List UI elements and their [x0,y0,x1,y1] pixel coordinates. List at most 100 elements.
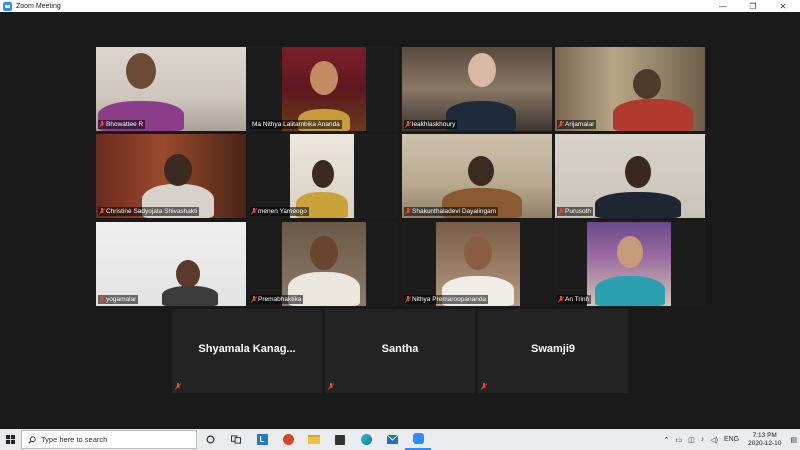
mail-icon [386,435,398,444]
muted-mic-icon [481,383,487,390]
learning-tools-button[interactable]: L [249,429,275,450]
clock-time: 7:13 PM [752,431,777,439]
chevron-up-icon[interactable]: ⌃ [661,436,673,444]
muted-mic-icon [99,121,105,128]
participant-namebar: An Trinh [557,295,592,304]
learning-tools-icon: L [256,434,268,445]
close-button[interactable]: ✕ [768,0,798,12]
edge-button[interactable] [353,429,379,450]
start-button[interactable] [0,429,21,450]
participant-name: yogamalar [106,296,137,303]
participant-namebar: leakhlaskhoury [404,120,458,129]
participant-tile[interactable]: Purusoth [555,134,705,218]
participant-name: Bhowattee R [106,121,144,128]
participant-tile[interactable]: menen Yameogo [248,134,398,218]
participant-namebar: Nithya Premaroopananda [404,295,489,304]
participant-tile[interactable]: Shakunthaladevi Dayalingam [402,134,552,218]
participant-namebar: menen Yameogo [250,207,309,216]
participant-tile[interactable]: Premabhaktika [248,222,398,306]
participant-namebar: Christine Sadyojata Shivashakti [98,207,200,216]
powerpoint-button[interactable] [275,429,301,450]
clock-date: 2020-12-10 [748,439,782,447]
participant-name: menen Yameogo [258,208,307,215]
participant-tile-active-speaker[interactable]: Ma Nithya Lalitambika Ananda [248,47,398,131]
powerpoint-icon [282,434,294,445]
muted-mic-icon [558,296,564,303]
participant-name: Christine Sadyojata Shivashakti [106,208,198,215]
participant-namebar: Bhowattee R [98,120,146,129]
language-indicator[interactable]: ENG [721,436,742,443]
task-view-button[interactable] [223,429,249,450]
participant-figure [595,276,665,306]
participant-head [164,154,192,186]
participant-figure [613,99,693,131]
file-explorer-icon [308,435,320,444]
volume-icon[interactable]: ◁) [707,436,721,444]
participant-head [310,236,338,270]
participant-tile[interactable]: An Trinh [555,222,705,306]
windows-logo-icon [6,435,15,444]
participant-tile[interactable]: Bhowattee R [96,47,246,131]
notifications-icon[interactable]: ▤ [787,436,800,444]
participant-namebar: Arijamalar [557,120,597,129]
participant-head [312,160,334,188]
file-explorer-button[interactable] [301,429,327,450]
taskbar-search[interactable] [21,430,197,449]
zoom-icon [412,433,424,444]
window-title: Zoom Meeting [16,2,61,10]
participant-tile[interactable]: leakhlaskhoury [402,47,552,131]
store-icon [335,434,345,445]
cortana-icon [206,435,214,444]
participant-tile[interactable]: Christine Sadyojata Shivashakti [96,134,246,218]
muted-mic-icon [251,208,257,215]
participant-name: leakhlaskhoury [412,121,456,128]
gallery-view: Bhowattee R Ma Nithya Lalitambika Ananda… [0,12,800,429]
participant-tile-video-off[interactable]: Swamji9 [478,309,628,393]
task-view-icon [231,435,241,444]
muted-mic-icon [175,383,181,390]
maximize-button[interactable]: ❐ [738,0,768,12]
muted-mic-icon [99,208,105,215]
minimize-button[interactable]: — [708,0,738,12]
windows-taskbar: L ⌃ ▭ ◫ ♪ ◁) ENG 7:13 PM 2020-12-10 ▤ [0,429,800,450]
participant-head [617,236,643,268]
muted-mic-icon [405,121,411,128]
store-button[interactable] [327,429,353,450]
participant-figure [595,192,681,218]
search-input[interactable] [41,435,181,444]
window-titlebar: Zoom Meeting — ❐ ✕ [0,0,800,12]
participant-namebar [174,382,183,391]
battery-icon[interactable]: ▭ [672,436,685,444]
participant-tile-video-off[interactable]: Santha [325,309,475,393]
participant-name: Nithya Premaroopananda [412,296,487,303]
microphone-icon[interactable]: ♪ [698,436,708,443]
participant-head [176,260,200,288]
muted-mic-icon [251,296,257,303]
participant-name: Arijamalar [565,121,595,128]
participant-display-name: Santha [381,343,419,355]
participant-figure [162,286,218,306]
participant-tile[interactable]: Nithya Premaroopananda [402,222,552,306]
network-icon[interactable]: ◫ [685,436,698,444]
participant-namebar: yogamalar [98,295,139,304]
participant-namebar [480,382,489,391]
cortana-button[interactable] [197,429,223,450]
edge-icon [360,434,372,445]
participant-name: Shakunthaladevi Dayalingam [412,208,497,215]
muted-mic-icon [328,383,334,390]
participant-head [468,156,494,186]
zoom-button[interactable] [405,429,431,450]
participant-head [126,53,156,89]
system-tray: ⌃ ▭ ◫ ♪ ◁) ENG 7:13 PM 2020-12-10 ▤ [661,429,800,450]
participant-head [468,53,496,87]
participant-display-name: Shyamala Kanag... [198,343,296,355]
participant-tile[interactable]: Arijamalar [555,47,705,131]
participant-name: An Trinh [565,296,590,303]
mail-button[interactable] [379,429,405,450]
participant-name: Ma Nithya Lalitambika Ananda [252,121,340,128]
muted-mic-icon [405,208,411,215]
participant-head [633,69,661,99]
participant-tile-video-off[interactable]: Shyamala Kanag... [172,309,322,393]
clock[interactable]: 7:13 PM 2020-12-10 [742,432,787,448]
participant-tile[interactable]: yogamalar [96,222,246,306]
